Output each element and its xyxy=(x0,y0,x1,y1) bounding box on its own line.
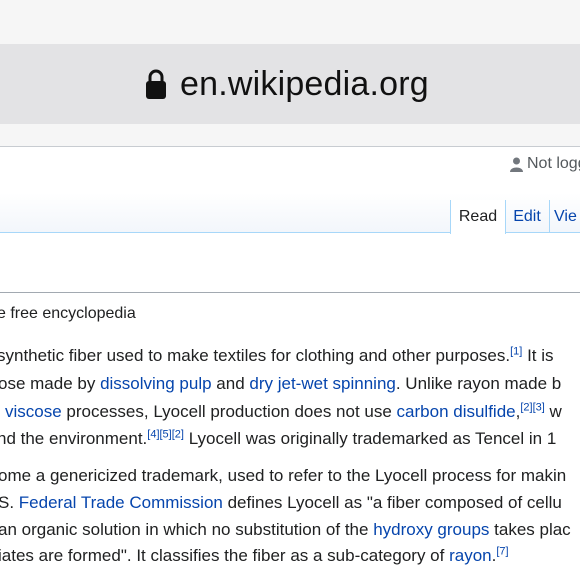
text-run: takes plac xyxy=(489,520,571,539)
header-divider xyxy=(0,146,580,147)
text-run: ose made by xyxy=(0,374,101,393)
link-viscose[interactable]: viscose xyxy=(5,402,62,421)
user-icon xyxy=(510,157,523,172)
text-run: an organic solution in which no substitu… xyxy=(0,520,374,539)
article-line: ome a genericized trademark, used to ref… xyxy=(0,466,566,486)
reference-link[interactable]: [7] xyxy=(496,545,508,557)
text-run: iates are formed". It classifies the fib… xyxy=(0,546,450,565)
site-tagline: e free encyclopedia xyxy=(0,305,136,322)
article-line: iates are formed". It classifies the fib… xyxy=(0,546,509,566)
link-rayon[interactable]: rayon xyxy=(449,546,492,565)
link-hydroxy-groups[interactable]: hydroxy groups xyxy=(373,520,489,539)
article-line: nd the environment.[4][5][2] Lyocell was… xyxy=(0,429,556,449)
reference-sup: [4][5][2] xyxy=(147,428,184,440)
article-line: ose made by dissolving pulp and dry jet-… xyxy=(0,374,561,394)
link-carbon-disulfide[interactable]: carbon disulfide xyxy=(397,402,516,421)
text-run: w xyxy=(544,402,562,421)
link-federal-trade-commission[interactable]: Federal Trade Commission xyxy=(19,493,223,512)
article-line: synthetic fiber used to make textiles fo… xyxy=(0,346,554,366)
reference-link[interactable]: [1] xyxy=(510,345,522,357)
reference-link[interactable]: [2] xyxy=(520,401,532,413)
reference-sup: [2][3] xyxy=(520,401,544,413)
login-status-link[interactable]: Not logg xyxy=(527,155,580,173)
tab-edit[interactable]: Edit xyxy=(505,200,550,233)
browser-top-strip xyxy=(0,0,580,44)
text-run: processes, Lyocell production does not u… xyxy=(61,402,397,421)
user-menu[interactable]: Not logg xyxy=(510,155,580,173)
tab-read[interactable]: Read xyxy=(450,200,506,234)
text-run: ome a genericized trademark, used to ref… xyxy=(0,466,567,485)
reference-link[interactable]: [2] xyxy=(172,428,184,440)
article-line: an organic solution in which no substitu… xyxy=(0,520,571,540)
text-run: . Unlike rayon made b xyxy=(395,374,562,393)
article-line: S. Federal Trade Commission defines Lyoc… xyxy=(0,493,562,513)
link-dissolving-pulp[interactable]: dissolving pulp xyxy=(100,374,212,393)
text-run: Lyocell was originally trademarked as Te… xyxy=(183,429,557,448)
text-run: It is xyxy=(522,346,554,365)
reference-link[interactable]: [3] xyxy=(533,401,545,413)
tab-view-history[interactable]: Vie xyxy=(550,200,580,233)
text-run: and xyxy=(211,374,250,393)
text-run: S. xyxy=(0,493,19,512)
link-dry-jet-wet-spinning[interactable]: dry jet-wet spinning xyxy=(249,374,395,393)
title-underline xyxy=(0,292,580,293)
lock-icon xyxy=(146,69,166,99)
text-run: defines Lyocell as "a fiber composed of … xyxy=(222,493,562,512)
text-run: synthetic fiber used to make textiles fo… xyxy=(0,346,511,365)
address-bar-content[interactable]: en.wikipedia.org xyxy=(146,64,429,104)
reference-link[interactable]: [4] xyxy=(147,428,159,440)
url-text[interactable]: en.wikipedia.org xyxy=(180,65,429,104)
text-run: nd the environment. xyxy=(0,429,148,448)
address-bar[interactable]: en.wikipedia.org xyxy=(0,44,580,124)
reference-sup: [7] xyxy=(496,545,508,557)
page-top-gap xyxy=(0,124,580,147)
reference-sup: [1] xyxy=(510,345,522,357)
reference-link[interactable]: [5] xyxy=(160,428,172,440)
article-line: viscose processes, Lyocell production do… xyxy=(5,402,562,422)
